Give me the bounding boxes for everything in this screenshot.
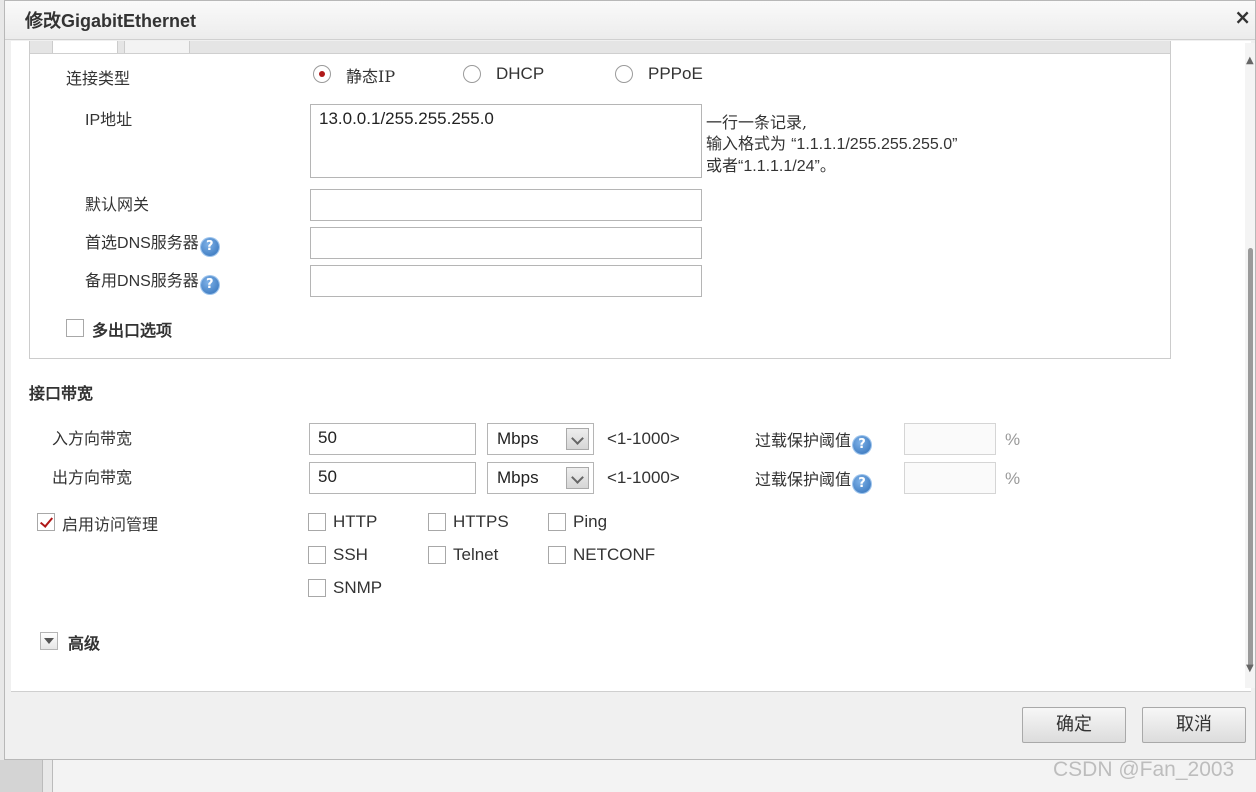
dns-backup-prefix: 备用 [85, 271, 118, 290]
multi-egress-label: 多出口选项 [92, 321, 173, 340]
inbound-range-hint: <1-1000> [607, 429, 680, 448]
ip-address-textarea[interactable]: 13.0.0.1/255.255.255.0 [310, 104, 702, 178]
dns-backup-mid: DNS [117, 273, 151, 290]
outbound-overload-label: 过载保护阈值? [755, 466, 872, 493]
service-https-checkbox[interactable] [428, 513, 446, 531]
help-icon[interactable]: ? [200, 276, 219, 294]
hint-line-2-prefix: 输入格式为 [706, 134, 792, 153]
inbound-overload-input[interactable] [904, 423, 996, 455]
help-icon[interactable]: ? [853, 475, 872, 493]
outbound-unit-select[interactable]: Mbps [487, 462, 594, 494]
radio-pppoe[interactable] [615, 65, 633, 83]
ip-address-label-text: IP地址 [85, 112, 133, 129]
hint-line-1: 一行一条记录, [706, 113, 808, 132]
dns-primary-prefix: 首选 [85, 233, 118, 252]
service-ping-label: Ping [573, 512, 608, 531]
dns-primary-label: 首选DNS服务器? [85, 229, 219, 256]
inbound-bandwidth-input[interactable]: 50 [309, 423, 476, 455]
service-telnet-label: Telnet [453, 545, 499, 564]
radio-pppoe-label: PPPoE [648, 64, 703, 83]
service-http-label: HTTP [333, 512, 378, 531]
radio-static-ip[interactable] [313, 65, 331, 83]
bandwidth-section-title: 接口带宽 [29, 384, 94, 403]
ip-address-value: 13.0.0.1/255.255.255.0 [319, 109, 494, 128]
outbound-bandwidth-input[interactable]: 50 [309, 462, 476, 494]
hint-line-2: 输入格式为 “1.1.1.1/255.255.255.0” [706, 133, 957, 155]
radio-static-ip-label: 静态IP [346, 63, 395, 87]
chevron-down-icon[interactable] [566, 428, 589, 450]
dns-primary-mid: DNS [117, 235, 151, 252]
dialog-body: 连接类型 静态IP DHCP PPPoE IP地址 13.0.0.1/255.2… [11, 41, 1251, 692]
multi-egress-checkbox[interactable] [66, 319, 84, 337]
ok-button[interactable]: 确定 [1022, 707, 1126, 743]
inbound-percent-label: % [1005, 430, 1021, 449]
inbound-unit-value: Mbps [497, 429, 539, 448]
ip-address-label: IP地址 [85, 106, 132, 130]
scroll-up-icon[interactable]: ▲ [1246, 55, 1254, 66]
dns-backup-input[interactable] [310, 265, 702, 297]
hint-line-3-value: “1.1.1.1/24” [738, 158, 820, 175]
cancel-button[interactable]: 取消 [1142, 707, 1246, 743]
hint-line-3-prefix: 或者 [706, 156, 739, 175]
outbound-overload-input[interactable] [904, 462, 996, 494]
inbound-overload-label: 过载保护阈值? [755, 427, 872, 454]
service-ssh-label: SSH [333, 545, 368, 564]
dns-backup-suffix: 服务器 [150, 271, 199, 290]
service-ssh-checkbox[interactable] [308, 546, 326, 564]
service-ping-checkbox[interactable] [548, 513, 566, 531]
chevron-down-icon[interactable] [566, 467, 589, 489]
outbound-overload-text: 过载保护阈值 [755, 470, 852, 489]
watermark: CSDN @Fan_2003 [1053, 758, 1235, 781]
help-icon[interactable]: ? [853, 436, 872, 454]
edit-interface-dialog: 修改GigabitEthernet × 连接类型 静态IP DHCP PPPoE… [4, 0, 1256, 760]
service-http-checkbox[interactable] [308, 513, 326, 531]
outbound-unit-value: Mbps [497, 468, 539, 487]
dialog-title: 修改GigabitEthernet [25, 11, 197, 31]
gateway-label: 默认网关 [85, 195, 150, 214]
hint-line-2-value: “1.1.1.1/255.255.255.0” [791, 136, 958, 153]
dns-primary-input[interactable] [310, 227, 702, 259]
background-sidebar [0, 760, 43, 792]
panel-tab-active[interactable] [52, 41, 118, 53]
radio-dhcp[interactable] [463, 65, 481, 83]
service-telnet-checkbox[interactable] [428, 546, 446, 564]
outbound-bandwidth-value: 50 [318, 467, 337, 486]
outbound-bandwidth-label: 出方向带宽 [52, 468, 133, 487]
panel-tab-inactive[interactable] [124, 41, 190, 53]
gateway-input[interactable] [310, 189, 702, 221]
service-https-label: HTTPS [453, 512, 509, 531]
advanced-label[interactable]: 高级 [68, 630, 100, 654]
connection-type-label: 连接类型 [66, 69, 131, 88]
outbound-percent-label: % [1005, 469, 1021, 488]
service-netconf-checkbox[interactable] [548, 546, 566, 564]
help-icon[interactable]: ? [200, 238, 219, 256]
service-snmp-label: SNMP [333, 578, 383, 597]
ip-config-panel: 连接类型 静态IP DHCP PPPoE IP地址 13.0.0.1/255.2… [29, 41, 1171, 359]
scroll-down-icon[interactable]: ▼ [1246, 663, 1254, 674]
dns-primary-suffix: 服务器 [150, 233, 199, 252]
access-management-label: 启用访问管理 [62, 515, 159, 534]
advanced-expand-icon[interactable] [40, 632, 58, 650]
service-netconf-label: NETCONF [573, 545, 656, 564]
inbound-overload-text: 过载保护阈值 [755, 431, 852, 450]
radio-dhcp-label: DHCP [496, 64, 545, 83]
access-management-checkbox[interactable] [37, 513, 55, 531]
dialog-titlebar: 修改GigabitEthernet × [5, 1, 1255, 40]
hint-line-3: 或者“1.1.1.1/24”。 [706, 155, 957, 177]
inbound-bandwidth-value: 50 [318, 428, 337, 447]
panel-tab-bar [30, 41, 1170, 54]
dns-backup-label: 备用DNS服务器? [85, 267, 219, 294]
outbound-range-hint: <1-1000> [607, 468, 680, 487]
service-snmp-checkbox[interactable] [308, 579, 326, 597]
hint-line-3-suffix: 。 [819, 156, 836, 175]
static-ip-text: 静态IP [346, 67, 396, 86]
inbound-unit-select[interactable]: Mbps [487, 423, 594, 455]
dialog-scrollbar[interactable]: ▲ ▼ [1245, 43, 1255, 688]
inbound-bandwidth-label: 入方向带宽 [52, 429, 133, 448]
ip-format-hint: 一行一条记录, 输入格式为 “1.1.1.1/255.255.255.0” 或者… [706, 112, 957, 177]
close-icon[interactable]: × [1234, 5, 1251, 29]
scrollbar-thumb[interactable] [1248, 248, 1253, 668]
